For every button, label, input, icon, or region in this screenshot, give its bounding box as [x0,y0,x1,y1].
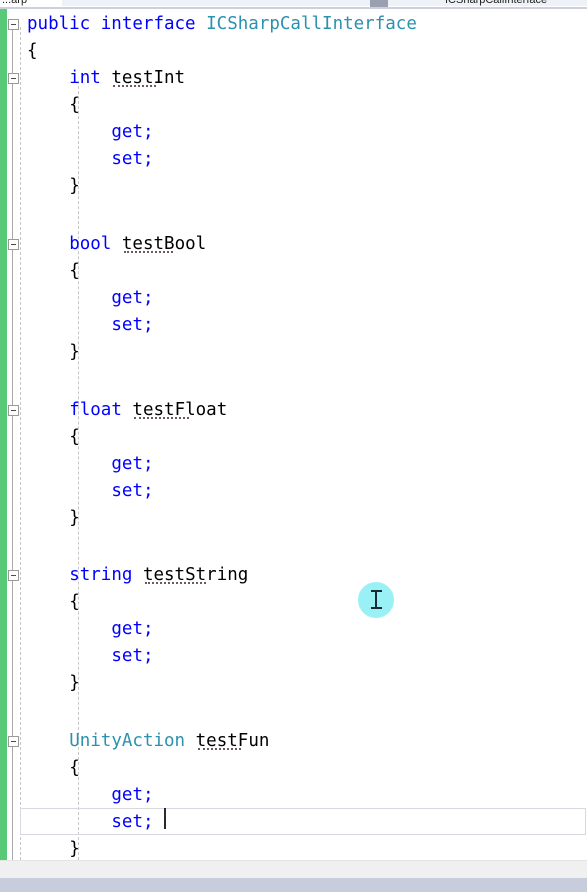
code-token: { [69,592,80,612]
code-token: { [69,758,80,778]
code-token: { [27,41,38,61]
code-token: set; [111,481,154,501]
horizontal-scrollbar[interactable] [0,860,587,879]
code-token: set; [111,315,154,335]
rename-hint-underline[interactable] [134,415,190,419]
code-token: ICSharpCallInterface [206,14,417,34]
code-line[interactable]: get; [0,451,587,478]
code-token: set; [111,149,154,169]
code-token: get; [111,454,154,474]
code-line[interactable]: { [0,755,587,782]
editor-tab-active[interactable]: ...arp [0,0,62,7]
code-token: } [69,673,80,693]
code-identifier-with-hint: testInt [111,68,186,88]
code-token: } [69,176,80,196]
code-token: { [69,427,80,447]
code-line[interactable]: { [0,424,587,451]
code-line[interactable]: set; [0,809,587,836]
status-bar [0,878,587,892]
code-token: int [69,68,101,88]
code-line[interactable]: int testInt [0,65,587,92]
code-line[interactable]: { [0,589,587,616]
code-line[interactable]: } [0,339,587,366]
code-line[interactable]: public interface ICSharpCallInterface [0,11,587,38]
code-line[interactable]: get; [0,119,587,146]
code-line[interactable]: set; [0,643,587,670]
code-line[interactable]: get; [0,782,587,809]
code-token: UnityAction [69,731,186,751]
code-line[interactable]: } [0,173,587,200]
rename-hint-underline[interactable] [113,83,157,87]
code-token: { [69,95,80,115]
code-token: get; [111,619,154,639]
code-token: public [27,14,91,34]
tab-strip-divider [370,0,388,7]
code-token: get; [111,288,154,308]
code-line[interactable]: set; [0,312,587,339]
rename-hint-underline[interactable] [197,746,241,750]
code-line[interactable]: UnityAction testFun [0,728,587,755]
rename-hint-underline[interactable] [123,249,173,253]
code-line[interactable]: set; [0,146,587,173]
code-line[interactable]: { [0,258,587,285]
code-token: float [69,400,122,420]
code-token: { [69,261,80,281]
code-text-layer[interactable]: public interface ICSharpCallInterface { in… [0,9,587,860]
code-token: bool [69,234,112,254]
code-line[interactable]: bool testBool [0,231,587,258]
code-token: string [69,565,133,585]
code-token: set; [111,646,154,666]
code-line[interactable]: } [0,670,587,697]
code-token: } [69,508,80,528]
code-line[interactable]: set; [0,478,587,505]
code-line[interactable]: string testString [0,562,587,589]
code-line[interactable]: get; [0,285,587,312]
breadcrumb-member-label[interactable]: ICSharpCallInterface [445,0,547,6]
code-line[interactable]: { [0,92,587,119]
text-caret [164,808,166,829]
code-identifier-with-hint: testString [142,565,249,585]
code-line[interactable]: float testFloat [0,397,587,424]
code-token: } [69,342,80,362]
code-identifier-with-hint: testFun [195,731,270,751]
code-line[interactable]: } [0,836,587,860]
code-identifier-with-hint: testFloat [132,400,228,420]
editor-tab-label: ...arp [2,0,28,6]
mouse-cursor-ibeam-icon [371,590,382,609]
code-identifier-with-hint: testBool [121,234,207,254]
code-token: interface [100,14,196,34]
rename-hint-underline[interactable] [144,580,206,584]
code-editor[interactable]: public interface ICSharpCallInterface { in… [0,9,587,860]
code-line[interactable]: get; [0,616,587,643]
code-token: } [69,839,80,859]
code-line[interactable]: } [0,505,587,532]
code-line[interactable]: { [0,38,587,65]
code-token: set; [111,812,154,832]
code-token: get; [111,122,154,142]
code-token: get; [111,785,154,805]
